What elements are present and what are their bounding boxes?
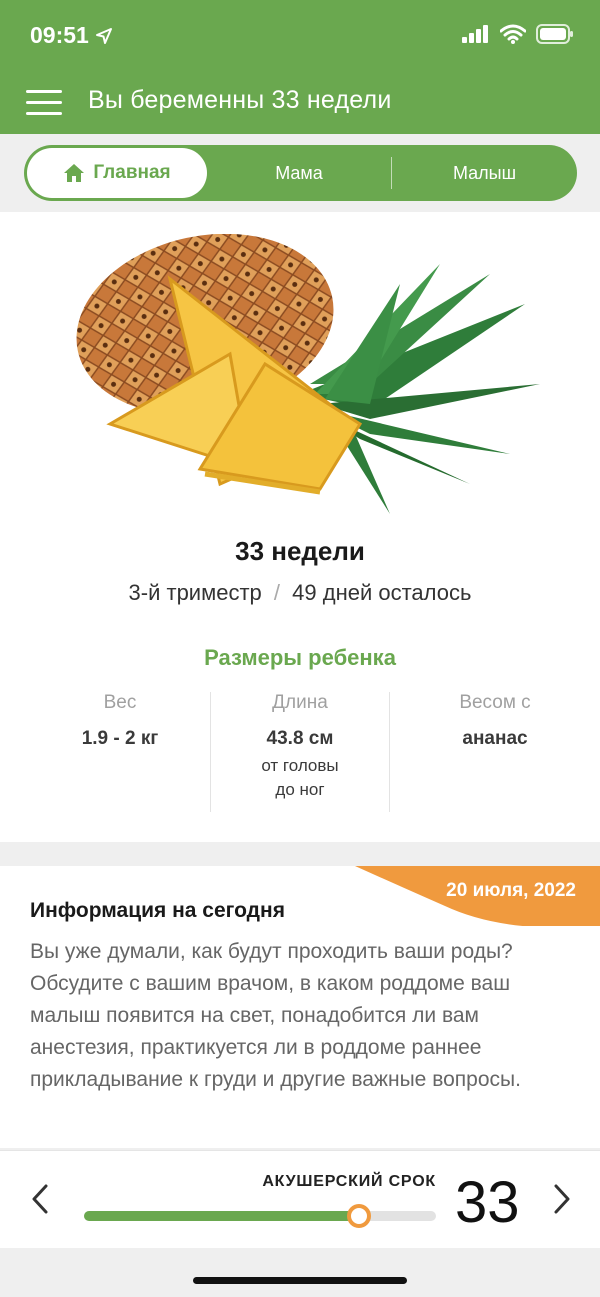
tab-mama-label: Мама xyxy=(275,162,323,183)
term-progress-fill xyxy=(84,1211,359,1221)
app-bar: Вы беременны 33 недели xyxy=(0,72,600,134)
segmented-control: Главная Мама Малыш xyxy=(24,145,577,201)
info-title: Информация на сегодня xyxy=(30,899,285,922)
status-icons xyxy=(462,24,574,44)
compare-value: ананас xyxy=(462,728,528,749)
menu-icon[interactable] xyxy=(26,88,62,116)
trimester-text: 3-й триместр xyxy=(128,580,262,605)
status-bar: 09:51 xyxy=(0,0,600,72)
tab-baby-label: Малыш xyxy=(452,162,517,183)
weight-value: 1.9 - 2 кг xyxy=(81,728,159,749)
location-arrow-icon xyxy=(95,27,112,44)
home-indicator-area xyxy=(0,1248,600,1297)
compare-label: Весом с xyxy=(459,692,531,713)
tab-baby[interactable]: Малыш xyxy=(392,145,577,201)
date-badge: 20 июля, 2022 xyxy=(355,866,600,926)
term-label: АКУШЕРСКИЙ СРОК xyxy=(262,1173,436,1190)
week-title: 33 недели xyxy=(235,536,365,566)
week-subtitle: 3-й триместр / 49 дней осталось xyxy=(0,580,600,606)
chevron-right-icon[interactable] xyxy=(550,1181,574,1217)
pineapple-image xyxy=(76,234,540,514)
status-time: 09:51 xyxy=(30,22,89,48)
page-title: Вы беременны 33 недели xyxy=(88,86,392,114)
term-progress-slider[interactable] xyxy=(84,1204,436,1228)
compare-column: Весом с ананас xyxy=(405,692,585,750)
info-text: Вы уже думали, как будут проходить ваши … xyxy=(30,940,521,1091)
week-card: 33 недели 3-й триместр / 49 дней осталос… xyxy=(0,212,600,842)
chevron-left-icon[interactable] xyxy=(28,1181,52,1217)
tab-home[interactable]: Главная xyxy=(27,148,207,198)
signal-icon xyxy=(462,25,488,43)
battery-icon xyxy=(536,24,573,44)
length-note-2: до ног xyxy=(275,780,325,799)
baby-sizes-title: Размеры ребенка xyxy=(204,645,396,670)
subtitle-separator: / xyxy=(273,580,281,605)
length-label: Длина xyxy=(272,692,328,713)
status-time-group: 09:51 xyxy=(30,22,113,49)
term-value: 33 xyxy=(455,1170,520,1235)
weight-column: Вес 1.9 - 2 кг xyxy=(30,692,210,750)
home-icon xyxy=(64,164,85,182)
date-text: 20 июля, 2022 xyxy=(446,880,576,901)
length-column: Длина 43.8 см от головы до ног xyxy=(210,692,390,802)
weight-label: Вес xyxy=(103,692,137,713)
term-progress-thumb[interactable] xyxy=(346,1204,371,1228)
daily-info-card: 20 июля, 2022 Информация на сегодня Вы у… xyxy=(0,866,600,1148)
wifi-icon xyxy=(500,24,526,44)
length-note-1: от головы xyxy=(261,756,339,775)
tab-mama[interactable]: Мама xyxy=(207,145,391,201)
tab-bar-area: Главная Мама Малыш xyxy=(0,134,600,212)
term-bar: АКУШЕРСКИЙ СРОК 33 xyxy=(0,1150,600,1248)
home-indicator[interactable] xyxy=(193,1277,407,1284)
baby-sizes: Вес 1.9 - 2 кг Длина 43.8 см от головы д… xyxy=(0,692,600,812)
length-value: 43.8 см xyxy=(266,728,334,749)
tab-home-label: Главная xyxy=(93,162,171,183)
column-divider xyxy=(389,692,390,812)
days-remaining-text: 49 дней осталось xyxy=(292,580,472,605)
